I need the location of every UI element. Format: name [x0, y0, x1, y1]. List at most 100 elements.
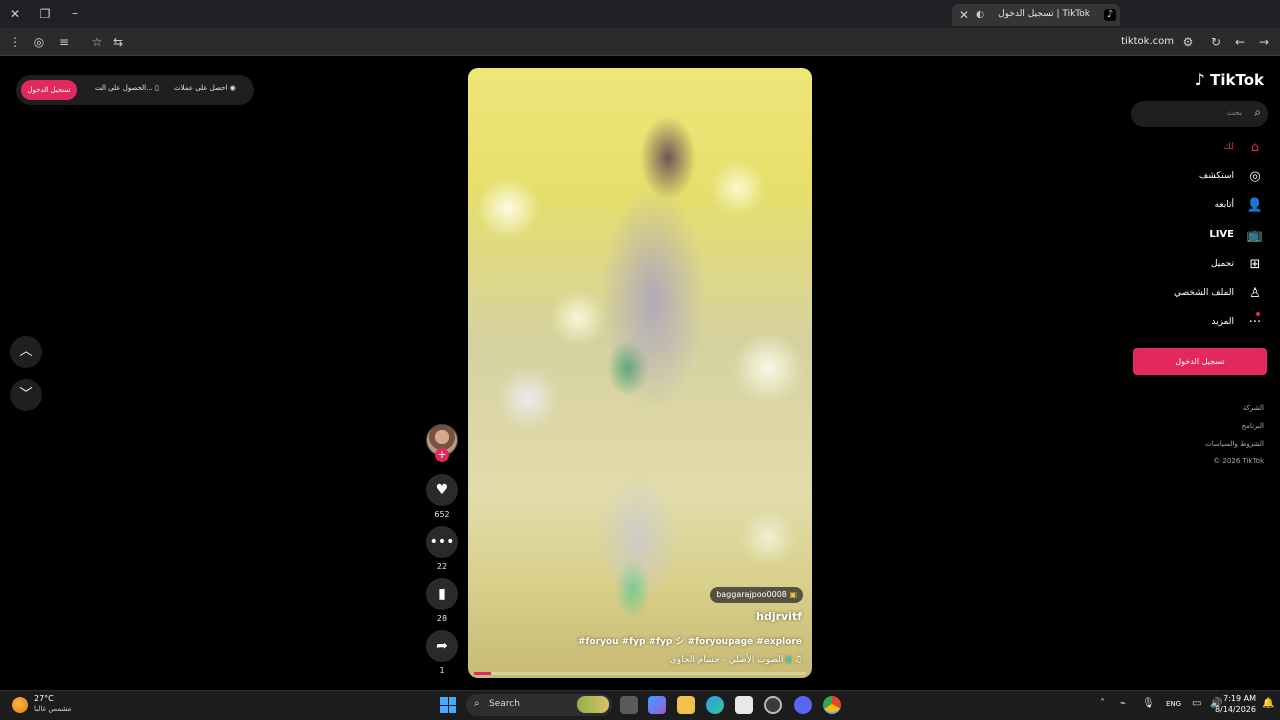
microphone-icon[interactable]: 🎙: [1142, 698, 1155, 709]
app-icon[interactable]: [764, 696, 782, 714]
store-icon[interactable]: [735, 696, 753, 714]
logo-text: TikTok: [1210, 71, 1264, 89]
get-coins-label: احصل على عملات: [174, 84, 228, 92]
start-button[interactable]: [440, 697, 456, 713]
bookmark-icon: ▮: [438, 586, 446, 602]
minimize-window-icon[interactable]: –: [67, 5, 83, 21]
sidebar-item-live[interactable]: 📺 LIVE: [1154, 227, 1264, 247]
sidebar-item-label: استكشف: [1198, 171, 1234, 181]
reading-list-icon[interactable]: ≡: [56, 34, 72, 50]
site-settings-icon[interactable]: ⚙: [1180, 34, 1196, 50]
weather-sun-icon[interactable]: [12, 697, 28, 713]
sidebar-login-button[interactable]: تسجيل الدخول: [1133, 348, 1267, 375]
clock-date[interactable]: 8/14/2026: [1215, 705, 1256, 714]
sidebar-item-more[interactable]: ··· المزيد: [1154, 312, 1264, 334]
sidebar-item-explore[interactable]: ◎ استكشف: [1154, 168, 1264, 188]
previous-video-button[interactable]: ︿: [10, 336, 42, 368]
coin-icon: ◉: [229, 84, 236, 92]
tiktok-page: تسجيل الدخول الحصول على الت... ▯ احصل عل…: [0, 56, 1280, 690]
forward-icon[interactable]: →: [1256, 34, 1272, 50]
restore-window-icon[interactable]: ❐: [37, 6, 53, 22]
monitor-icon[interactable]: ▭: [1192, 698, 1201, 709]
sidebar-item-label: لك: [1223, 142, 1234, 152]
share-button[interactable]: ➦: [426, 630, 458, 662]
get-app-link[interactable]: الحصول على الت... ▯: [95, 84, 159, 92]
tiktok-note-icon: ♪: [1194, 70, 1205, 89]
like-button[interactable]: ♥: [426, 474, 458, 506]
search-icon[interactable]: ⌕: [1254, 105, 1261, 120]
tab-tiktok[interactable]: ✕ ◐ تسجيل الدخول | TikTok ♪: [952, 4, 1120, 26]
notification-dot: [1256, 312, 1260, 316]
compass-icon: ◎: [1249, 169, 1261, 184]
back-icon[interactable]: ←: [1232, 34, 1248, 50]
reload-icon[interactable]: ↻: [1208, 34, 1224, 50]
footer-copyright: © 2026 TikTok: [1213, 457, 1264, 465]
browser-toolbar: ⋮ ◎ ≡ ☆ ⇆ tiktok.com ⚙ ↻ ← →: [0, 28, 1280, 56]
sidebar-item-profile[interactable]: ♙ الملف الشخصي: [1154, 285, 1264, 305]
widgets-icon[interactable]: [648, 696, 666, 714]
video-progress-bar[interactable]: [474, 672, 806, 675]
task-view-icon[interactable]: [620, 696, 638, 714]
following-icon: 👤: [1246, 198, 1264, 213]
taskbar-search-label: Search: [489, 699, 520, 709]
search-input[interactable]: بحث ⌕: [1131, 101, 1268, 127]
footer-program-link[interactable]: البرنامج: [1242, 422, 1264, 430]
comment-count: 22: [436, 562, 448, 571]
sidebar-item-label: المزيد: [1211, 317, 1234, 327]
badge-text: baggarajpoo0008: [716, 590, 787, 599]
get-coins-link[interactable]: احصل على عملات ◉: [174, 84, 236, 92]
phone-icon: ▯: [155, 84, 159, 92]
save-button[interactable]: ▮: [426, 578, 458, 610]
network-icon[interactable]: ⌁: [1120, 698, 1126, 709]
sidebar-item-label: LIVE: [1209, 229, 1234, 240]
address-bar-url[interactable]: tiktok.com: [1121, 36, 1174, 47]
show-hidden-icons-icon[interactable]: ˄: [1100, 698, 1105, 709]
chrome-icon[interactable]: [823, 696, 841, 714]
weather-description: مشمس غالبا: [34, 705, 72, 713]
tiktok-logo[interactable]: ♪ TikTok: [1195, 70, 1264, 89]
video-progress-fill: [474, 672, 491, 675]
taskbar-search[interactable]: ⌕ Search: [466, 694, 612, 716]
menu-dots-icon[interactable]: ⋮: [7, 34, 23, 50]
close-window-icon[interactable]: ✕: [7, 6, 23, 22]
like-count: 652: [434, 510, 450, 519]
bookmark-star-icon[interactable]: ☆: [89, 34, 105, 50]
creator-badge[interactable]: baggarajpoo0008 ▣: [710, 587, 803, 603]
top-actions-bar: تسجيل الدخول الحصول على الت... ▯ احصل عل…: [16, 75, 254, 105]
tab-audio-icon[interactable]: ◐: [972, 7, 988, 23]
discord-icon[interactable]: [794, 696, 812, 714]
heart-icon: ♥: [435, 482, 449, 498]
chevron-down-icon: ﹀: [19, 387, 33, 402]
follow-plus-icon[interactable]: +: [435, 448, 449, 462]
edge-icon[interactable]: [706, 696, 724, 714]
sidebar-item-upload[interactable]: ⊞ تحميل: [1154, 256, 1264, 276]
sidebar-item-following[interactable]: 👤 أتابعه: [1154, 197, 1264, 217]
share-arrow-icon: ➦: [436, 638, 448, 654]
video-player[interactable]: baggarajpoo0008 ▣ hdjrvitf #foryou #fyp …: [468, 68, 812, 678]
comment-icon: •••: [429, 534, 455, 550]
file-explorer-icon[interactable]: [677, 696, 695, 714]
get-app-label: الحصول على الت...: [95, 84, 153, 92]
notifications-bell-icon[interactable]: 🔔: [1262, 698, 1274, 709]
video-music[interactable]: الصوت الأصلي - حسام الحاوي ◖ ♫: [670, 655, 802, 665]
live-tv-icon: 📺: [1246, 228, 1264, 243]
browser-tab-bar: ✕ ❐ – + ✕ ◐ تسجيل الدخول | TikTok ♪: [0, 0, 1280, 28]
music-note-icon: ♫: [793, 655, 802, 665]
weather-temperature[interactable]: 27°C: [34, 694, 54, 703]
translate-icon[interactable]: ⇆: [110, 34, 126, 50]
tab-close-icon[interactable]: ✕: [956, 7, 972, 23]
sidebar-item-for-you[interactable]: ⌂ لك: [1154, 139, 1264, 159]
profile-icon[interactable]: ◎: [31, 34, 47, 50]
search-icon: ⌕: [474, 698, 480, 709]
comment-button[interactable]: •••: [426, 526, 458, 558]
video-author[interactable]: hdjrvitf: [756, 610, 802, 623]
search-highlight-icon: [577, 696, 609, 713]
tiktok-favicon-icon: ♪: [1104, 9, 1116, 21]
footer-company-link[interactable]: الشركة: [1243, 404, 1264, 412]
clock-time[interactable]: 7:19 AM: [1223, 694, 1256, 703]
language-indicator[interactable]: ENG: [1166, 700, 1181, 708]
footer-terms-link[interactable]: الشروط والسياسات: [1205, 440, 1264, 448]
next-video-button[interactable]: ﹀: [10, 379, 42, 411]
top-login-button[interactable]: تسجيل الدخول: [21, 80, 77, 100]
chevron-up-icon: ︿: [19, 344, 33, 359]
